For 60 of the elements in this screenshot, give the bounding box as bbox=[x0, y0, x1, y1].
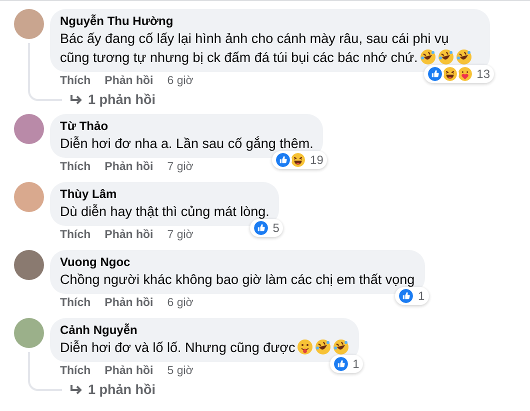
like-reaction-icon bbox=[252, 219, 270, 237]
avatar[interactable] bbox=[14, 9, 44, 39]
reaction-summary[interactable]: 13 bbox=[424, 65, 494, 83]
like-reaction-icon bbox=[332, 355, 350, 373]
comment-text: Dù diễn hay thật thì củng mát lòng. bbox=[60, 203, 270, 221]
reaction-count: 1 bbox=[418, 288, 425, 305]
reaction-summary[interactable]: 1 bbox=[395, 287, 429, 305]
rolling-laughing-emoji-icon bbox=[438, 49, 454, 65]
like-reaction-icon bbox=[274, 151, 292, 169]
avatar[interactable] bbox=[14, 250, 44, 280]
reply-arrow-icon bbox=[70, 94, 82, 106]
avatar[interactable] bbox=[14, 114, 44, 144]
like-link[interactable]: Thích bbox=[60, 364, 91, 379]
thread-line-curve bbox=[28, 91, 62, 101]
reaction-summary[interactable]: 5 bbox=[250, 219, 284, 237]
timestamp[interactable]: 6 giờ bbox=[167, 74, 194, 89]
heart-hug-reaction-icon bbox=[456, 65, 474, 83]
rolling-laughing-emoji-icon bbox=[315, 339, 332, 355]
view-replies-link[interactable]: 1 phản hồi bbox=[62, 381, 156, 399]
like-reaction-icon bbox=[426, 65, 444, 83]
reaction-count: 5 bbox=[272, 220, 280, 237]
avatar[interactable] bbox=[14, 182, 44, 212]
reply-link[interactable]: Phản hồi bbox=[104, 74, 154, 89]
laughing-reaction-icon bbox=[440, 65, 459, 83]
timestamp[interactable]: 7 giờ bbox=[167, 160, 194, 175]
tongue-emoji-icon bbox=[297, 339, 314, 355]
reaction-summary[interactable]: 19 bbox=[272, 151, 328, 169]
reply-link[interactable]: Phản hồi bbox=[104, 296, 154, 311]
reply-link[interactable]: Phản hồi bbox=[104, 228, 154, 243]
like-link[interactable]: Thích bbox=[60, 160, 91, 175]
thread-line-curve bbox=[28, 381, 62, 391]
reaction-count: 1 bbox=[352, 356, 360, 373]
rolling-laughing-emoji-icon bbox=[456, 49, 472, 65]
comment-text: Diễn hơi đơ nha a. Lần sau cố gắng thêm. bbox=[60, 135, 314, 153]
like-link[interactable]: Thích bbox=[60, 296, 91, 311]
view-replies-link[interactable]: 1 phản hồi bbox=[62, 91, 156, 109]
laughing-reaction-icon bbox=[289, 151, 308, 169]
reaction-summary[interactable]: 1 bbox=[330, 355, 364, 373]
timestamp[interactable]: 7 giờ bbox=[167, 228, 194, 243]
reply-arrow-icon bbox=[70, 384, 82, 396]
author-name[interactable]: Vuong Ngoc bbox=[60, 255, 415, 270]
avatar[interactable] bbox=[14, 318, 44, 348]
reaction-count: 13 bbox=[476, 66, 490, 83]
author-name[interactable]: Nguyễn Thu Hường bbox=[60, 14, 480, 29]
author-name[interactable]: Cảnh Nguyễn bbox=[60, 323, 350, 338]
timestamp[interactable]: 5 giờ bbox=[167, 364, 194, 379]
author-name[interactable]: Từ Thảo bbox=[60, 119, 314, 134]
like-link[interactable]: Thích bbox=[60, 74, 91, 89]
comment-text: Diễn hơi đơ và lố lố. Nhưng cũng được bbox=[60, 338, 350, 357]
timestamp[interactable]: 6 giờ bbox=[167, 296, 194, 311]
reply-link[interactable]: Phản hồi bbox=[104, 364, 154, 379]
reply-link[interactable]: Phản hồi bbox=[104, 160, 154, 175]
author-name[interactable]: Thùy Lâm bbox=[60, 187, 270, 202]
reaction-count: 19 bbox=[310, 152, 324, 169]
comment-text: Bác ấy đang cố lấy lại hình ảnh cho cánh mày râu, sau cái phi vụ cũng tương tự nhưng bị ck đấm đá túi bụi các bác nhớ chứ. bbox=[60, 29, 480, 67]
rolling-laughing-emoji-icon bbox=[333, 339, 350, 355]
like-link[interactable]: Thích bbox=[60, 228, 91, 243]
rolling-laughing-emoji-icon bbox=[420, 49, 436, 65]
like-reaction-icon bbox=[397, 287, 416, 305]
comment-text: Chồng người khác không bao giờ làm các chị em thất vọng bbox=[60, 271, 415, 289]
